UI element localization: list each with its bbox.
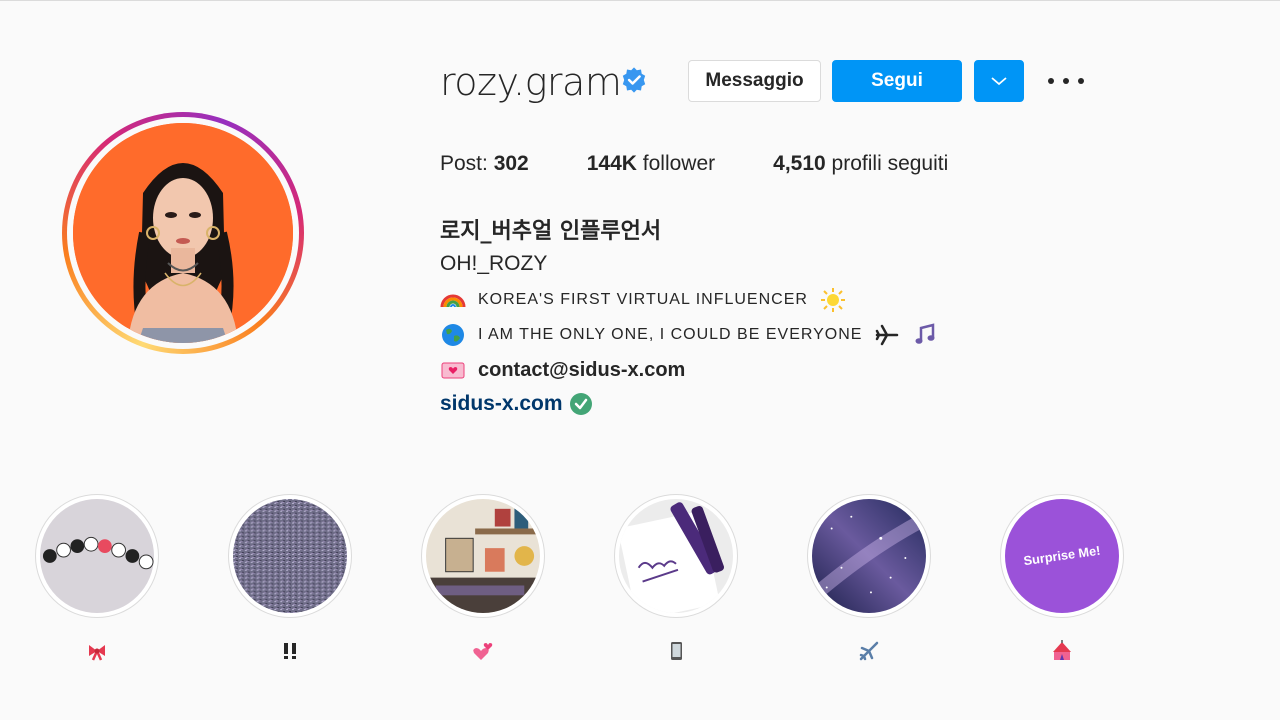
profile-avatar[interactable] bbox=[62, 112, 304, 354]
circus-tent-icon bbox=[1053, 640, 1071, 660]
message-button[interactable]: Messaggio bbox=[688, 60, 821, 102]
music-note-icon bbox=[915, 323, 935, 344]
love-letter-icon bbox=[441, 362, 465, 379]
story-highlight-1[interactable] bbox=[35, 494, 159, 664]
airplane-icon bbox=[859, 641, 879, 661]
sun-icon bbox=[820, 288, 845, 312]
bio-line-3: contact@sidus-x.com bbox=[440, 357, 685, 383]
story-highlight-5[interactable] bbox=[807, 494, 931, 664]
highlight-cover-image bbox=[619, 499, 733, 613]
highlight-cover-image bbox=[426, 499, 540, 613]
highlight-label bbox=[614, 640, 738, 664]
profile-stats: Post: 302 144K follower 4,510 profili se… bbox=[440, 152, 1006, 176]
highlight-cover-image bbox=[233, 499, 347, 613]
rainbow-icon bbox=[440, 294, 466, 308]
two-hearts-icon bbox=[473, 643, 493, 660]
profile-full-name: 로지_버추얼 인플루언서 bbox=[440, 219, 662, 244]
bio-line-1: KOREA'S FIRST VIRTUAL INFLUENCER bbox=[440, 287, 846, 313]
highlight-label bbox=[1000, 640, 1124, 664]
story-highlight-4[interactable] bbox=[614, 494, 738, 664]
profile-category: OH!_ROZY bbox=[440, 252, 548, 275]
top-divider bbox=[0, 0, 1280, 1]
highlight-cover-image: Surprise Me! bbox=[1005, 499, 1119, 613]
bio-line-2: I AM THE ONLY ONE, I COULD BE EVERYONE bbox=[440, 322, 938, 348]
bio-line-2-text: I AM THE ONLY ONE, I COULD BE EVERYONE bbox=[478, 326, 863, 343]
followers-count[interactable]: 144K follower bbox=[587, 152, 715, 176]
contact-email: contact@sidus-x.com bbox=[478, 358, 686, 381]
profile-username: rozy.gram bbox=[440, 60, 622, 104]
highlight-label bbox=[421, 640, 545, 664]
highlight-cover-image bbox=[812, 499, 926, 613]
highlight-label bbox=[228, 640, 352, 664]
follow-button[interactable]: Segui bbox=[832, 60, 962, 102]
story-highlight-3[interactable] bbox=[421, 494, 545, 664]
check-mark-icon bbox=[569, 393, 592, 415]
airplane-icon bbox=[876, 324, 899, 346]
story-highlight-2[interactable] bbox=[228, 494, 352, 664]
suggested-dropdown-button[interactable] bbox=[974, 60, 1024, 102]
bio-line-1-text: KOREA'S FIRST VIRTUAL INFLUENCER bbox=[478, 291, 808, 308]
following-count[interactable]: 4,510 profili seguiti bbox=[773, 152, 948, 176]
avatar-image bbox=[73, 123, 293, 343]
highlight-label bbox=[807, 640, 931, 664]
globe-icon bbox=[442, 324, 464, 346]
double-exclamation-icon bbox=[284, 643, 296, 659]
more-options-icon[interactable] bbox=[1048, 70, 1084, 92]
chevron-down-icon bbox=[991, 77, 1007, 86]
story-highlight-6[interactable]: Surprise Me! bbox=[1000, 494, 1124, 664]
phone-icon bbox=[671, 642, 682, 660]
highlight-cover-image bbox=[40, 499, 154, 613]
ribbon-icon bbox=[89, 645, 105, 661]
highlight-label bbox=[35, 640, 159, 664]
verified-badge-icon bbox=[622, 67, 646, 93]
website-link[interactable]: sidus-x.com bbox=[440, 392, 593, 416]
posts-count: Post: 302 bbox=[440, 152, 529, 175]
